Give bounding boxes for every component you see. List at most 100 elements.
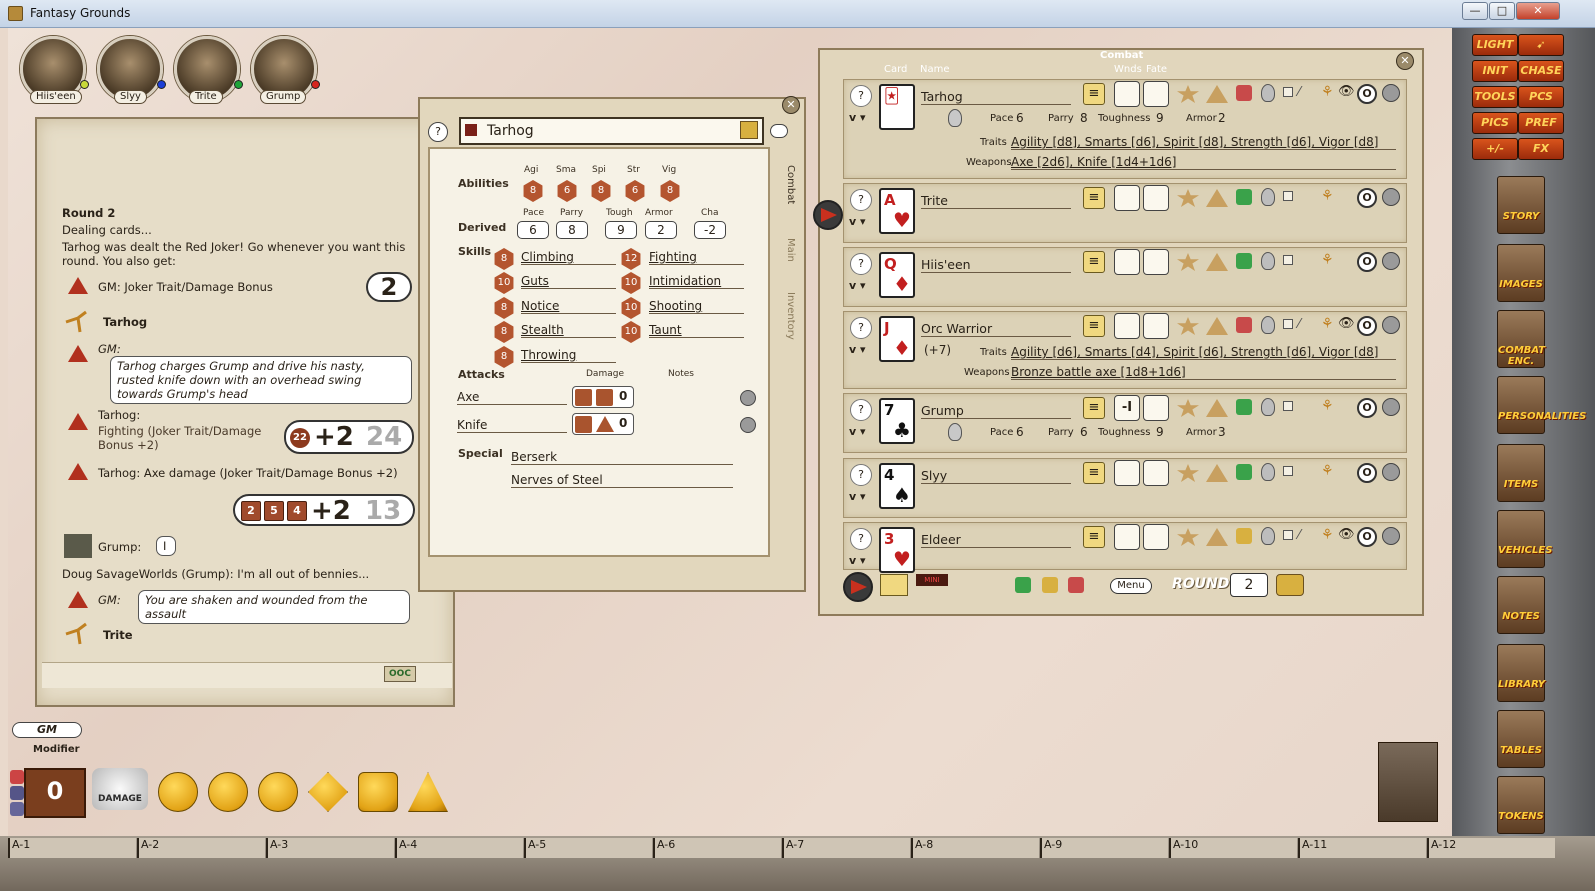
special-ability[interactable]: Berserk: [511, 450, 733, 465]
sidebar-button[interactable]: PREF: [1518, 112, 1564, 134]
combatant-name[interactable]: Eldeer: [921, 532, 1071, 548]
delete-combatant-button[interactable]: [1382, 188, 1400, 206]
character-token-icon[interactable]: [740, 121, 758, 139]
close-button[interactable]: ✕: [1516, 2, 1560, 20]
toughness-field[interactable]: 9: [605, 221, 637, 239]
initiative-card[interactable]: J ♦: [879, 316, 915, 362]
fatigue-field[interactable]: [1143, 524, 1169, 550]
grid-column[interactable]: A-11: [1298, 838, 1426, 858]
wounds-field[interactable]: [1114, 185, 1140, 211]
delete-combatant-button[interactable]: [1382, 252, 1400, 270]
active-character-icon[interactable]: ⚘: [1321, 316, 1334, 334]
toughness-value[interactable]: 9: [1156, 425, 1164, 439]
visibility-toggle-icon[interactable]: ?: [850, 528, 872, 550]
wounds-field[interactable]: [1114, 81, 1140, 107]
skill-guts[interactable]: Guts: [521, 274, 616, 289]
fatigue-field[interactable]: [1143, 313, 1169, 339]
defense-shield-icon[interactable]: [1261, 316, 1275, 334]
tab-combat[interactable]: Combat: [780, 165, 796, 204]
sheet-link-icon[interactable]: ≡: [1083, 526, 1105, 548]
skill-notice[interactable]: Notice: [521, 299, 616, 314]
weapon-icon[interactable]: ⁄: [1298, 528, 1314, 544]
active-character-icon[interactable]: ⚘: [1321, 84, 1334, 102]
skill-throwing[interactable]: Throwing: [521, 348, 616, 363]
expand-chevron-icon[interactable]: v ▾: [849, 490, 866, 503]
dice-tower[interactable]: [1378, 742, 1438, 822]
active-character-icon[interactable]: ⚘: [1321, 252, 1334, 270]
delete-combatant-button[interactable]: [1382, 463, 1400, 481]
select-checkbox[interactable]: [1283, 401, 1293, 411]
deal-cards-button[interactable]: [880, 574, 908, 596]
select-checkbox[interactable]: [1283, 255, 1293, 265]
weapon-icon[interactable]: ⁄: [1298, 85, 1314, 101]
select-checkbox[interactable]: [1283, 191, 1293, 201]
grid-column[interactable]: A-6: [653, 838, 781, 858]
next-round-button[interactable]: [1276, 574, 1304, 596]
traits-value[interactable]: Agility [d8], Smarts [d6], Spirit [d8], …: [1011, 135, 1396, 150]
sidebar-button[interactable]: INIT: [1472, 60, 1518, 82]
skill-climbing[interactable]: Climbing: [521, 250, 616, 265]
faction-icon[interactable]: [1236, 464, 1252, 480]
wounds-field[interactable]: -I: [1114, 395, 1140, 421]
special-ability[interactable]: Nerves of Steel: [511, 473, 733, 488]
defense-shield-icon[interactable]: [1261, 527, 1275, 545]
sidebar-button[interactable]: PICS: [1472, 112, 1518, 134]
defense-shield-icon[interactable]: [1261, 252, 1275, 270]
round-counter[interactable]: 2: [1230, 573, 1268, 597]
delete-combatant-button[interactable]: [1382, 316, 1400, 334]
damage-dice-button[interactable]: DAMAGE: [92, 768, 148, 810]
sidebar-library-book[interactable]: COMBAT ENC.: [1497, 310, 1545, 368]
sheet-link-icon[interactable]: ≡: [1083, 187, 1105, 209]
faction-icon[interactable]: [1236, 317, 1252, 333]
sidebar-button[interactable]: PCS: [1518, 86, 1564, 108]
fatigue-field[interactable]: [1143, 460, 1169, 486]
delete-combatant-button[interactable]: [1382, 398, 1400, 416]
sidebar-library-book[interactable]: PERSONALITIES: [1497, 376, 1586, 434]
sheet-link-icon[interactable]: ≡: [1083, 83, 1105, 105]
armor-value[interactable]: 3: [1218, 425, 1226, 439]
combatant-name[interactable]: Trite: [921, 193, 1071, 209]
sidebar-library-book[interactable]: STORY: [1497, 176, 1545, 234]
weapon-icon[interactable]: ⁄: [1298, 317, 1314, 333]
minimize-button[interactable]: —: [1462, 2, 1488, 20]
sidebar-library-book[interactable]: LIBRARY: [1497, 644, 1545, 702]
fatigue-field[interactable]: [1143, 395, 1169, 421]
fatigue-field[interactable]: [1143, 81, 1169, 107]
eye-icon[interactable]: 👁: [1338, 527, 1355, 542]
sidebar-button[interactable]: LIGHT: [1472, 34, 1518, 56]
knife-damage-box[interactable]: 0: [572, 413, 634, 435]
window-titlebar[interactable]: [0, 0, 1595, 28]
skill-taunt[interactable]: Taunt: [649, 323, 744, 338]
visibility-toggle-icon[interactable]: ?: [850, 253, 872, 275]
grid-column[interactable]: A-1: [8, 838, 136, 858]
d20-die[interactable]: [158, 772, 198, 812]
targeting-icon[interactable]: O: [1357, 316, 1377, 336]
combatant-name[interactable]: Grump: [921, 403, 1071, 419]
help-icon[interactable]: ?: [428, 122, 448, 142]
targeting-icon[interactable]: O: [1357, 398, 1377, 418]
modifier-box[interactable]: 0: [24, 768, 86, 818]
wounds-field[interactable]: [1114, 249, 1140, 275]
grid-column[interactable]: A-8: [911, 838, 1039, 858]
modifier-lock-icon[interactable]: [10, 802, 24, 816]
targeting-icon[interactable]: O: [1357, 188, 1377, 208]
combatant-name[interactable]: Slyy: [921, 468, 1071, 484]
combatant-name[interactable]: Orc Warrior: [921, 321, 1071, 337]
grid-column[interactable]: A-4: [395, 838, 523, 858]
sidebar-button[interactable]: FX: [1518, 138, 1564, 160]
grid-column[interactable]: A-3: [266, 838, 394, 858]
d10-die[interactable]: [258, 772, 298, 812]
neutral-filter-icon[interactable]: [1042, 577, 1058, 593]
armor-value[interactable]: 2: [1218, 111, 1226, 125]
active-character-icon[interactable]: ⚘: [1321, 527, 1334, 545]
visibility-toggle-icon[interactable]: ?: [850, 317, 872, 339]
attack-knife[interactable]: Knife: [457, 418, 567, 433]
expand-chevron-icon[interactable]: v ▾: [849, 215, 866, 228]
pace-value[interactable]: 6: [1016, 425, 1024, 439]
expand-chevron-icon[interactable]: v ▾: [849, 554, 866, 567]
parry-value[interactable]: 8: [1080, 111, 1088, 125]
sidebar-library-book[interactable]: ITEMS: [1497, 444, 1545, 502]
charisma-field[interactable]: -2: [694, 221, 726, 239]
targeting-icon[interactable]: O: [1357, 84, 1377, 104]
attack-axe[interactable]: Axe: [457, 390, 567, 405]
